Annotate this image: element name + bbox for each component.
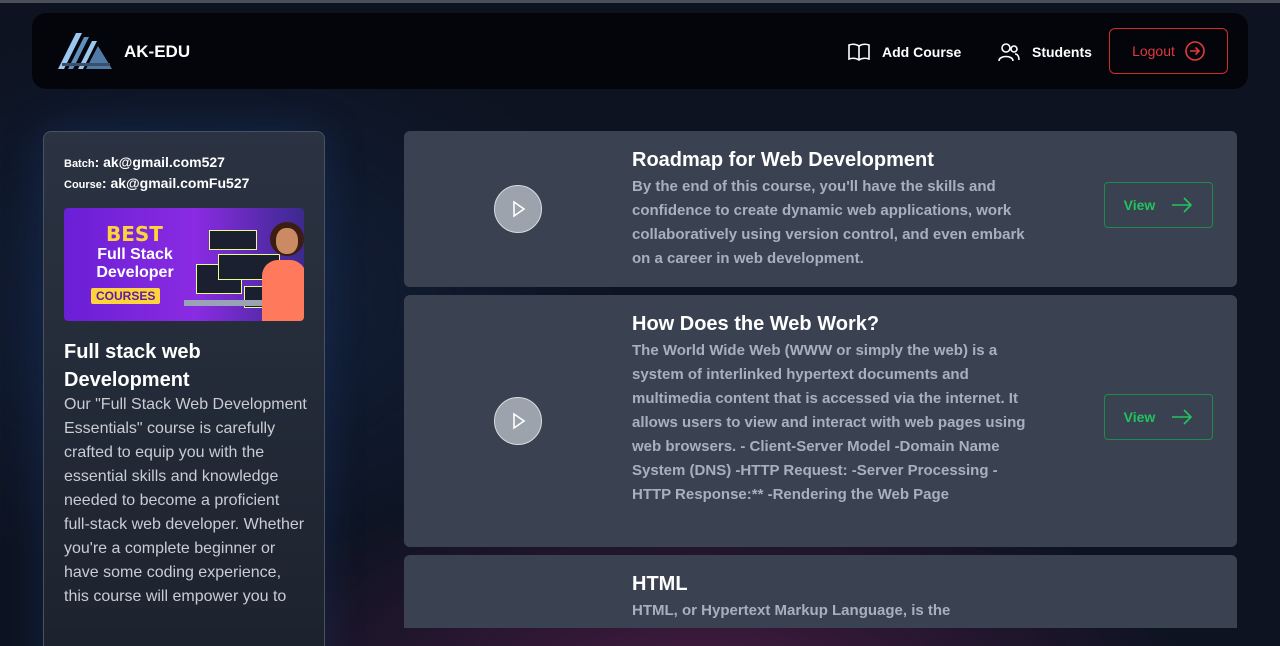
course-label: Course [64,179,102,191]
thumbnail-person-body [262,260,304,321]
window-top-border [0,0,1280,3]
lesson-title: How Does the Web Work? [632,313,880,335]
view-label: View [1123,409,1156,425]
thumbnail-code-window [209,230,257,250]
play-icon [513,412,526,430]
logout-arrow-icon [1185,41,1205,61]
course-sidebar: Batch: ak@gmail.com527 Course: ak@gmail.… [43,131,325,646]
book-open-icon [848,43,870,61]
lesson-description: The World Wide Web (WWW or simply the we… [632,342,1026,503]
lesson-description: By the end of this course, you'll have t… [632,178,1025,267]
view-button[interactable]: View [1104,394,1213,440]
lesson-title: HTML [632,573,688,595]
arrow-right-icon [1172,409,1193,425]
course-value: : ak@gmail.comFu527 [101,175,250,191]
brand-name[interactable]: AK-EDU [124,42,190,62]
navbar: AK-EDU Add Course Students Logout [32,13,1248,89]
thumbnail-courses-badge: COURSES [91,288,161,304]
ak-edu-logo-icon[interactable] [56,29,112,73]
students-button[interactable]: Students [998,34,1126,70]
course-thumbnail: BEST Full Stack Developer COURSES [64,208,304,321]
play-icon [513,200,526,218]
students-label: Students [1032,44,1092,60]
course-title: Full stack web Development [64,341,201,391]
lesson-title: Roadmap for Web Development [632,149,934,171]
view-label: View [1123,197,1156,213]
lesson-description: HTML, or Hypertext Markup Language, is t… [632,602,951,619]
arrow-right-icon [1172,197,1193,213]
course-description: Our "Full Stack Web Development Essentia… [64,396,307,605]
thumbnail-person-face [276,228,298,254]
play-button[interactable] [494,185,542,233]
add-course-label: Add Course [882,44,962,60]
batch-value: : ak@gmail.com527 [94,154,225,170]
thumbnail-title: Full Stack Developer [96,246,174,281]
users-icon [998,43,1020,62]
lesson-card: Roadmap for Web Development By the end o… [404,131,1237,287]
lesson-card: How Does the Web Work? The World Wide We… [404,295,1237,547]
batch-label: Batch [64,158,95,170]
lesson-card: HTML HTML, or Hypertext Markup Language,… [404,555,1237,628]
play-button[interactable] [494,397,542,445]
logout-label: Logout [1132,43,1175,59]
course-info: Course: ak@gmail.comFu527 [64,175,249,191]
view-button[interactable]: View [1104,182,1213,228]
batch-info: Batch: ak@gmail.com527 [64,154,225,170]
add-course-button[interactable]: Add Course [848,34,986,70]
thumbnail-best-text: BEST [106,222,163,246]
logout-button[interactable]: Logout [1109,28,1228,74]
